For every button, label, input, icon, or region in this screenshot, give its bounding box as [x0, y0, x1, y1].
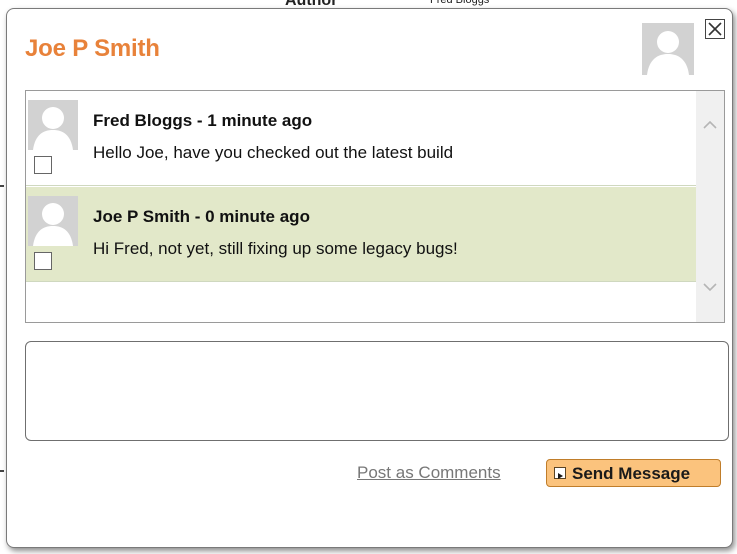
message-input[interactable] [25, 341, 729, 441]
background-edge [0, 470, 4, 472]
user-avatar-icon [28, 196, 78, 246]
send-message-button[interactable]: Send Message [546, 459, 721, 487]
scroll-down-button[interactable] [702, 279, 718, 295]
avatar [28, 196, 78, 246]
close-button[interactable] [705, 19, 725, 39]
message-scrollbar[interactable] [696, 91, 724, 322]
message-item: Fred Bloggs - 1 minute ago Hello Joe, ha… [26, 91, 696, 186]
message-header: Fred Bloggs - 1 minute ago [93, 111, 313, 130]
message-select-checkbox[interactable] [34, 252, 52, 270]
user-avatar-icon [28, 100, 78, 150]
send-message-label: Send Message [572, 464, 691, 483]
scroll-up-button[interactable] [702, 117, 718, 133]
message-header: Joe P Smith - 0 minute ago [93, 207, 310, 226]
avatar [642, 23, 694, 75]
background-author-label: Author [285, 0, 337, 8]
post-as-comments-link[interactable]: Post as Comments [357, 463, 501, 483]
message-text: Hello Joe, have you checked out the late… [93, 143, 454, 162]
dialog-title: Joe P Smith [25, 35, 160, 62]
background-author-value: Fred Bloggs [430, 0, 490, 6]
chat-dialog: Joe P Smith Fred Bloggs - 1 minute ago H… [6, 8, 733, 548]
message-text: Hi Fred, not yet, still fixing up some l… [93, 239, 458, 258]
message-list[interactable]: Fred Bloggs - 1 minute ago Hello Joe, ha… [25, 90, 725, 323]
chevron-up-icon [703, 120, 717, 129]
message-item: Joe P Smith - 0 minute ago Hi Fred, not … [26, 187, 696, 282]
background-edge [0, 185, 4, 187]
play-arrow-icon [554, 467, 566, 479]
message-select-checkbox[interactable] [34, 156, 52, 174]
close-icon [708, 22, 722, 36]
avatar [28, 100, 78, 150]
chevron-down-icon [703, 283, 717, 292]
user-avatar-icon [642, 23, 694, 75]
